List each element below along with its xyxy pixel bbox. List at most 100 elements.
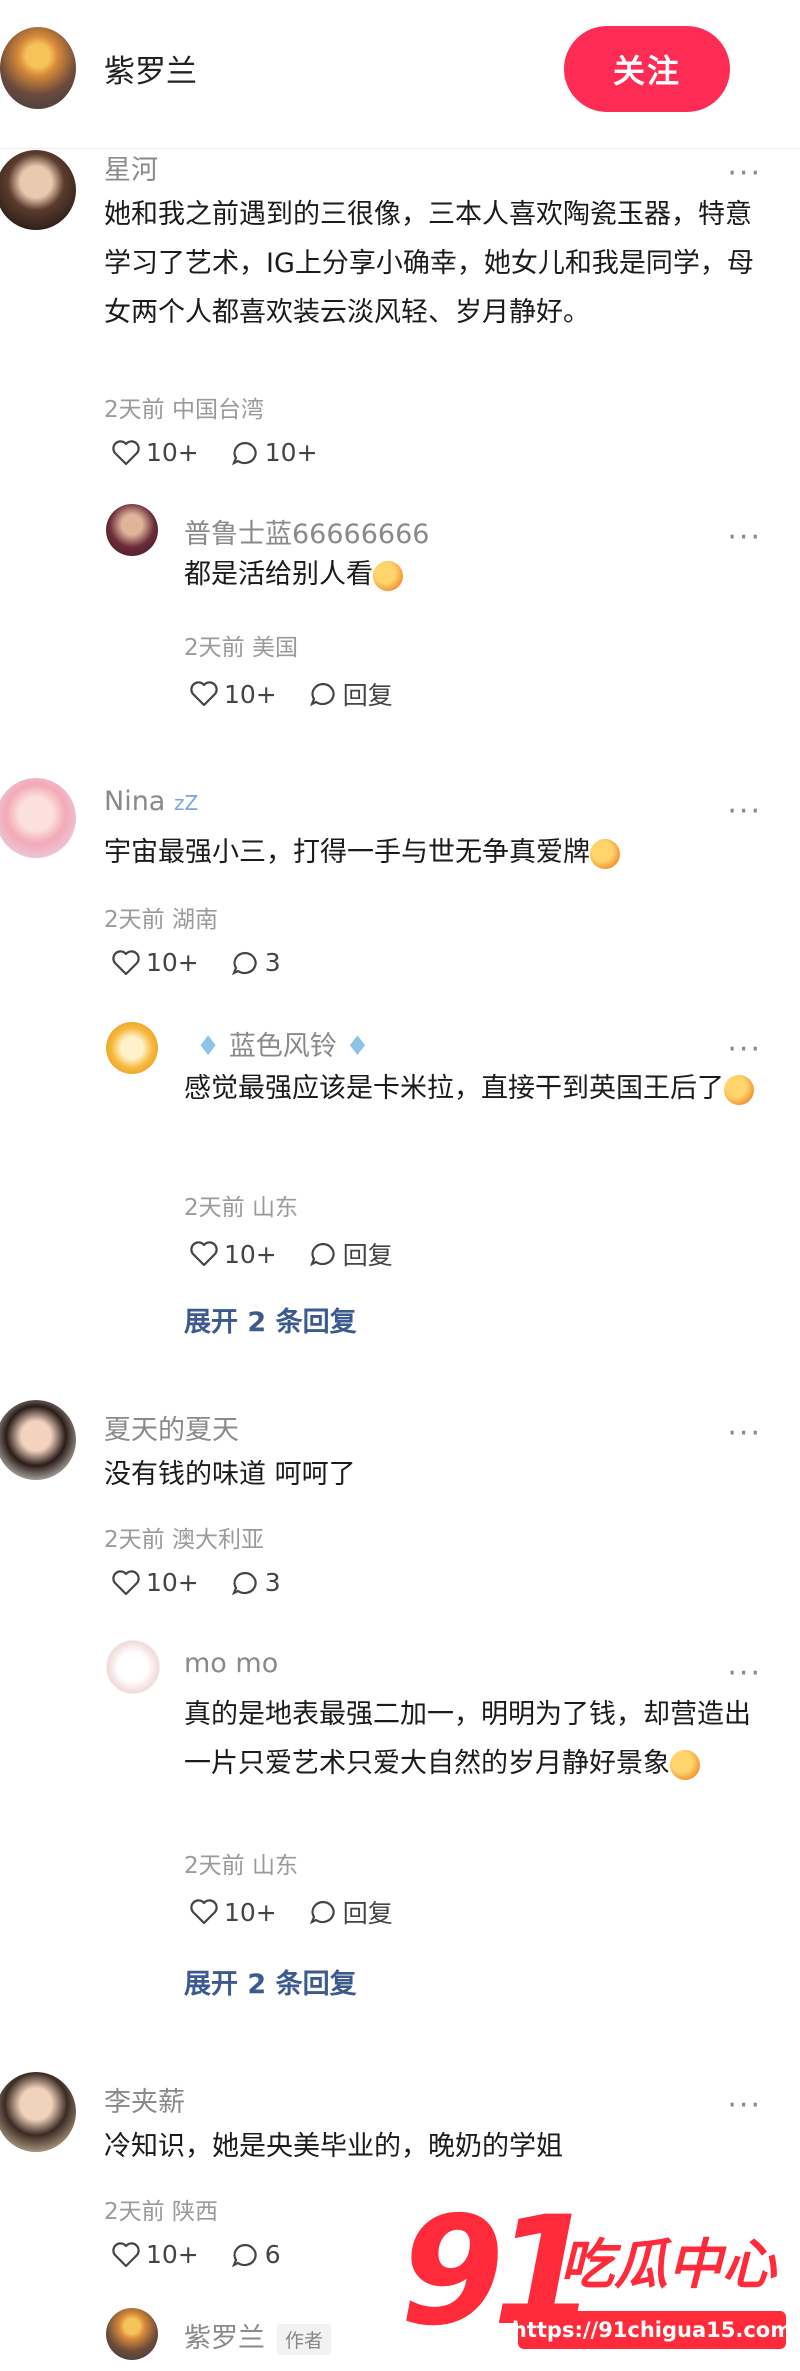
more-icon[interactable]: ··· bbox=[727, 1419, 762, 1449]
comment-time: 2天前 bbox=[104, 2199, 165, 2225]
like-button[interactable]: 10+ bbox=[112, 2240, 199, 2269]
reply-avatar[interactable] bbox=[106, 1022, 158, 1074]
comment-username[interactable]: 夏天的夏天 bbox=[104, 1408, 239, 1447]
heart-icon bbox=[112, 2241, 140, 2267]
reply-count-button[interactable]: 6 bbox=[231, 2240, 281, 2269]
comment-bubble-icon bbox=[231, 951, 257, 975]
reply-meta: 2天前 美国 bbox=[184, 628, 298, 662]
comment-username[interactable]: 星河 bbox=[104, 148, 158, 187]
reply-actions: 10+ 回复 bbox=[190, 676, 425, 712]
reply-actions: 10+ 回复 bbox=[190, 1236, 425, 1272]
like-button[interactable]: 10+ bbox=[112, 948, 199, 977]
heart-icon bbox=[190, 681, 218, 707]
reply-username[interactable]: mo mo bbox=[184, 1648, 278, 1679]
expand-replies-link[interactable]: 展开 2 条回复 bbox=[184, 1962, 357, 2001]
reply-location: 山东 bbox=[251, 1853, 298, 1879]
like-count: 10+ bbox=[146, 1568, 199, 1597]
heart-icon bbox=[112, 949, 140, 975]
watermark-brand: 吃瓜中心 bbox=[560, 2233, 776, 2296]
reply-username[interactable]: ♦ 蓝色风铃 ♦ bbox=[196, 1024, 370, 1063]
comment-meta: 2天前 中国台湾 bbox=[104, 390, 264, 424]
reply-text: 真的是地表最强二加一，明明为了钱，却营造出一片只爱艺术只爱大自然的岁月静好景象 bbox=[184, 1690, 764, 1788]
more-icon[interactable]: ··· bbox=[727, 523, 762, 553]
reply-count: 10+ bbox=[264, 438, 318, 467]
reply-avatar[interactable] bbox=[106, 504, 158, 556]
emoji-icon bbox=[373, 560, 403, 591]
comment-username[interactable]: 李夹薪 bbox=[104, 2080, 185, 2119]
reply-avatar[interactable] bbox=[106, 2308, 158, 2360]
username-text: 紫罗兰 bbox=[184, 2323, 265, 2354]
reply-username[interactable]: 紫罗兰 作者 bbox=[184, 2316, 332, 2355]
comment-bubble-icon bbox=[231, 1571, 257, 1595]
comment-actions: 10+ 6 bbox=[112, 2240, 313, 2269]
comment-text-content: 宇宙最强小三，打得一手与世无争真爱牌 bbox=[104, 837, 590, 868]
sleep-icon: zZ bbox=[173, 791, 199, 815]
username-text: 蓝色风铃 bbox=[228, 1031, 337, 1062]
reply-username[interactable]: 普鲁士蓝66666666 bbox=[184, 512, 429, 551]
comment-actions: 10+ 3 bbox=[112, 1568, 313, 1597]
like-button[interactable]: 10+ bbox=[190, 1898, 277, 1927]
reply-time: 2天前 bbox=[184, 1195, 245, 1221]
reply-count: 3 bbox=[264, 1568, 281, 1597]
comment-location: 澳大利亚 bbox=[171, 1527, 264, 1553]
emoji-icon bbox=[724, 1074, 754, 1105]
reply-button[interactable]: 回复 bbox=[309, 1894, 393, 1930]
reply-meta: 2天前 山东 bbox=[184, 1846, 298, 1880]
like-count: 10+ bbox=[224, 1239, 277, 1269]
heart-icon bbox=[190, 1241, 218, 1267]
reply-button[interactable]: 回复 bbox=[309, 676, 393, 712]
header-username[interactable]: 紫罗兰 bbox=[104, 46, 197, 91]
watermark-url: https://91chigua15.com bbox=[512, 2311, 792, 2349]
reply-text-content: 真的是地表最强二加一，明明为了钱，却营造出一片只爱艺术只爱大自然的岁月静好景象 bbox=[184, 1699, 751, 1779]
expand-replies-link[interactable]: 展开 2 条回复 bbox=[184, 1300, 357, 1339]
comment-bubble-icon bbox=[309, 1900, 335, 1925]
comment-bubble-icon bbox=[231, 2243, 257, 2267]
follow-button[interactable]: 关注 bbox=[564, 26, 730, 112]
header-avatar[interactable] bbox=[0, 27, 76, 109]
bell-icon: ♦ bbox=[345, 1031, 370, 1062]
reply-label: 回复 bbox=[342, 1241, 393, 1270]
comment-avatar[interactable] bbox=[0, 2072, 76, 2152]
more-icon[interactable]: ··· bbox=[727, 1035, 762, 1065]
comment-avatar[interactable] bbox=[0, 1400, 76, 1480]
reply-count-button[interactable]: 10+ bbox=[231, 438, 318, 467]
reply-text: 都是活给别人看 bbox=[184, 550, 744, 599]
like-button[interactable]: 10+ bbox=[190, 680, 277, 709]
reply-count-button[interactable]: 3 bbox=[231, 1568, 281, 1597]
comment-text: 宇宙最强小三，打得一手与世无争真爱牌 bbox=[104, 828, 764, 877]
comment-time: 2天前 bbox=[104, 1527, 165, 1553]
comment-location: 湖南 bbox=[171, 907, 218, 933]
comment-meta: 2天前 陕西 bbox=[104, 2192, 218, 2226]
reply-avatar[interactable] bbox=[106, 1640, 160, 1694]
comment-actions: 10+ 10+ bbox=[112, 438, 350, 467]
more-icon[interactable]: ··· bbox=[727, 2091, 762, 2121]
comment-bubble-icon bbox=[309, 1242, 335, 1267]
reply-actions: 10+ 回复 bbox=[190, 1894, 425, 1930]
like-button[interactable]: 10+ bbox=[112, 1568, 199, 1597]
more-icon[interactable]: ··· bbox=[727, 159, 762, 189]
comment-text: 她和我之前遇到的三很像，三本人喜欢陶瓷玉器，特意学习了艺术，IG上分享小确幸，她… bbox=[104, 199, 754, 328]
comment-avatar[interactable] bbox=[0, 150, 76, 230]
comment-bubble-icon bbox=[231, 441, 257, 465]
reply-count: 3 bbox=[264, 948, 281, 977]
site-watermark: 91 吃瓜中心 https://91chigua15.com bbox=[400, 2185, 795, 2365]
bell-icon: ♦ bbox=[196, 1031, 221, 1062]
comment-username[interactable]: Nina zZ bbox=[104, 786, 198, 817]
profile-header: 紫罗兰 关注 bbox=[0, 0, 800, 149]
like-button[interactable]: 10+ bbox=[190, 1240, 277, 1269]
like-button[interactable]: 10+ bbox=[112, 438, 199, 467]
reply-text: 感觉最强应该是卡米拉，直接干到英国王后了 bbox=[184, 1064, 764, 1113]
reply-count-button[interactable]: 3 bbox=[231, 948, 281, 977]
comment-text: 冷知识，她是央美毕业的，晚奶的学姐 bbox=[104, 2131, 563, 2162]
reply-time: 2天前 bbox=[184, 1853, 245, 1879]
comment-avatar[interactable] bbox=[0, 778, 76, 858]
reply-button[interactable]: 回复 bbox=[309, 1236, 393, 1272]
heart-icon bbox=[190, 1899, 218, 1925]
more-icon[interactable]: ··· bbox=[727, 1659, 762, 1689]
reply-label: 回复 bbox=[342, 681, 393, 710]
reply-text-content: 感觉最强应该是卡米拉，直接干到英国王后了 bbox=[184, 1073, 724, 1104]
more-icon[interactable]: ··· bbox=[727, 797, 762, 827]
heart-icon bbox=[112, 1569, 140, 1595]
username-text: Nina bbox=[104, 786, 166, 817]
reply-location: 美国 bbox=[251, 635, 298, 661]
